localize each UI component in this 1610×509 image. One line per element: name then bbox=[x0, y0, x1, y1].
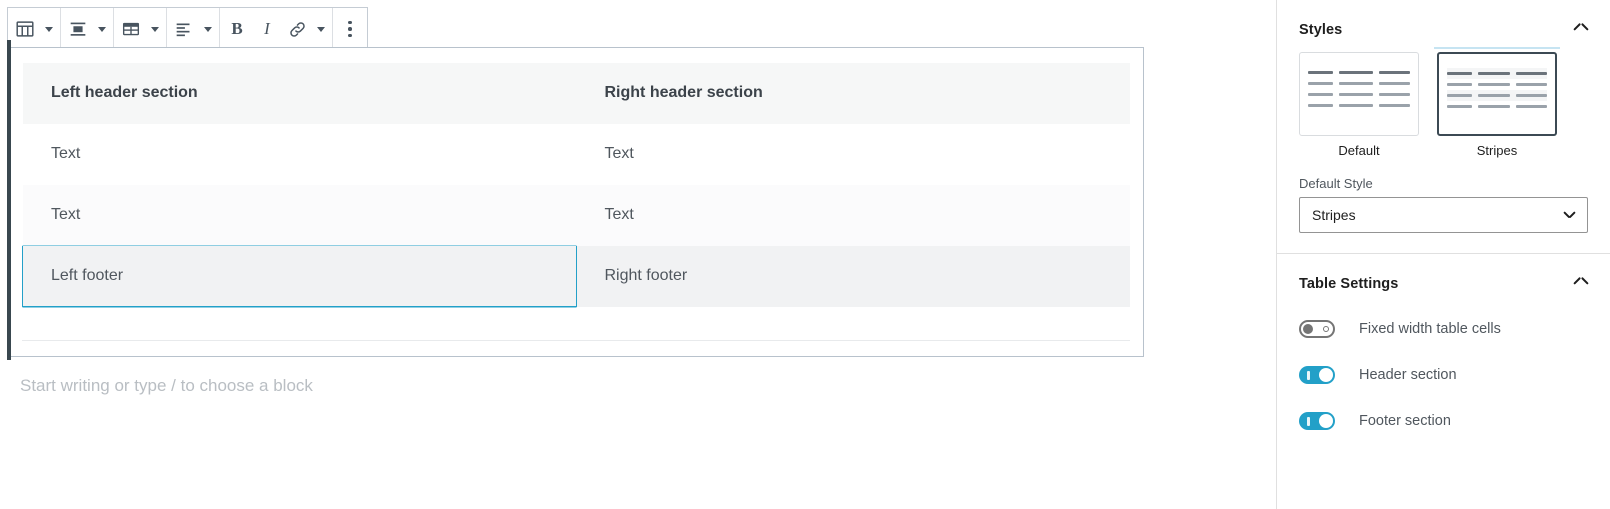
mini-row bbox=[1447, 101, 1547, 112]
setting-header-section: Header section bbox=[1299, 366, 1588, 384]
style-label-stripes: Stripes bbox=[1476, 143, 1518, 158]
toolbar-group-text-align bbox=[167, 8, 220, 50]
toolbar-group-block-type bbox=[8, 8, 61, 50]
table-header-section: Left header section Right header section bbox=[22, 62, 1130, 124]
toolbar-group-edit-table bbox=[114, 8, 167, 50]
body-cell-r2c1[interactable]: Text bbox=[22, 184, 576, 246]
table-footer-section: Left footer Right footer bbox=[22, 245, 1130, 307]
body-cell-r1c1[interactable]: Text bbox=[22, 123, 576, 185]
header-cell-right[interactable]: Right header section bbox=[576, 62, 1130, 124]
style-options: Default Stripes bbox=[1299, 47, 1588, 158]
mini-row bbox=[1447, 90, 1547, 101]
style-preview-default bbox=[1299, 52, 1419, 136]
header-cell-left[interactable]: Left header section bbox=[22, 62, 576, 124]
footer-section-toggle[interactable] bbox=[1299, 412, 1335, 430]
table-block[interactable]: Left header section Right header section… bbox=[7, 40, 1144, 360]
default-style-select[interactable]: Stripes bbox=[1299, 197, 1588, 233]
mini-table-default bbox=[1308, 67, 1410, 111]
table-settings-panel-header[interactable]: Table Settings bbox=[1277, 254, 1610, 306]
table-settings-panel-title: Table Settings bbox=[1299, 276, 1399, 292]
mini-row bbox=[1308, 100, 1410, 111]
mini-row bbox=[1447, 68, 1547, 79]
styles-panel: Styles Default Stripes Default Style Str… bbox=[1277, 0, 1610, 254]
style-option-stripes[interactable]: Stripes bbox=[1434, 47, 1560, 158]
edit-table-caret[interactable] bbox=[146, 8, 164, 50]
bold-label: B bbox=[231, 19, 243, 38]
table-row: Left header section Right header section bbox=[22, 62, 1130, 124]
paragraph-placeholder[interactable]: Start writing or type / to choose a bloc… bbox=[20, 376, 313, 396]
header-section-label: Header section bbox=[1359, 367, 1457, 383]
block-toolbar: B I bbox=[7, 7, 368, 51]
default-style-value: Stripes bbox=[1312, 207, 1356, 223]
table-row: Text Text bbox=[22, 123, 1130, 185]
fixed-width-label: Fixed width table cells bbox=[1359, 321, 1501, 337]
styles-panel-header[interactable]: Styles bbox=[1277, 0, 1610, 52]
vertical-dots-icon bbox=[348, 20, 352, 38]
chevron-up-icon-table-settings[interactable] bbox=[1574, 280, 1588, 289]
table-settings-panel-body: Fixed width table cells Header section F… bbox=[1277, 306, 1610, 450]
mini-row bbox=[1308, 89, 1410, 100]
content-table: Left header section Right header section… bbox=[22, 62, 1130, 307]
footer-section-label: Footer section bbox=[1359, 413, 1451, 429]
footer-cell-right[interactable]: Right footer bbox=[576, 245, 1130, 307]
style-label-default: Default bbox=[1338, 143, 1380, 158]
style-option-default[interactable]: Default bbox=[1299, 52, 1419, 158]
table-row: Left footer Right footer bbox=[22, 245, 1130, 307]
mini-row bbox=[1308, 67, 1410, 78]
block-selection-indicator bbox=[7, 40, 11, 360]
chevron-down-icon bbox=[1564, 211, 1575, 218]
more-formats-caret[interactable] bbox=[312, 8, 330, 50]
mini-table-stripes bbox=[1447, 68, 1547, 112]
footer-cell-left[interactable]: Left footer bbox=[22, 245, 577, 307]
setting-footer-section: Footer section bbox=[1299, 412, 1588, 430]
body-cell-r1c2[interactable]: Text bbox=[576, 123, 1130, 185]
toolbar-group-options bbox=[333, 8, 367, 50]
text-align-caret[interactable] bbox=[199, 8, 217, 50]
italic-label: I bbox=[264, 19, 270, 38]
bold-button[interactable]: B bbox=[222, 8, 252, 50]
setting-fixed-width-table-cells: Fixed width table cells bbox=[1299, 320, 1588, 338]
settings-sidebar: Styles Default Stripes Default Style Str… bbox=[1276, 0, 1610, 509]
mini-row bbox=[1447, 79, 1547, 90]
body-cell-r2c2[interactable]: Text bbox=[576, 184, 1130, 246]
chevron-up-icon-styles[interactable] bbox=[1574, 26, 1588, 35]
default-style-field: Default Style Stripes bbox=[1299, 176, 1588, 233]
align-center-icon[interactable] bbox=[63, 8, 93, 50]
toolbar-group-alignment bbox=[61, 8, 114, 50]
header-section-toggle[interactable] bbox=[1299, 366, 1335, 384]
default-style-label: Default Style bbox=[1299, 176, 1373, 191]
block-type-caret[interactable] bbox=[40, 8, 58, 50]
italic-button[interactable]: I bbox=[252, 8, 282, 50]
editor-screen: B I Left header section Right header sec… bbox=[0, 0, 1610, 509]
editor-canvas: B I Left header section Right header sec… bbox=[0, 0, 1276, 509]
align-caret[interactable] bbox=[93, 8, 111, 50]
toolbar-group-format: B I bbox=[220, 8, 333, 50]
styles-panel-title: Styles bbox=[1299, 22, 1343, 38]
fixed-width-toggle[interactable] bbox=[1299, 320, 1335, 338]
text-align-icon[interactable] bbox=[169, 8, 199, 50]
style-preview-stripes bbox=[1437, 52, 1557, 136]
styles-panel-body: Default Stripes Default Style Stripes bbox=[1277, 47, 1610, 253]
more-options-button[interactable] bbox=[335, 8, 365, 50]
table-body-section: Text Text Text Text bbox=[22, 123, 1130, 246]
table-row: Text Text bbox=[22, 184, 1130, 246]
link-icon[interactable] bbox=[282, 8, 312, 50]
edit-table-icon[interactable] bbox=[116, 8, 146, 50]
mini-row bbox=[1308, 78, 1410, 89]
table-bottom-divider bbox=[22, 340, 1130, 341]
table-settings-panel: Table Settings Fixed width table cells H… bbox=[1277, 254, 1610, 450]
table-block-icon[interactable] bbox=[10, 8, 40, 50]
